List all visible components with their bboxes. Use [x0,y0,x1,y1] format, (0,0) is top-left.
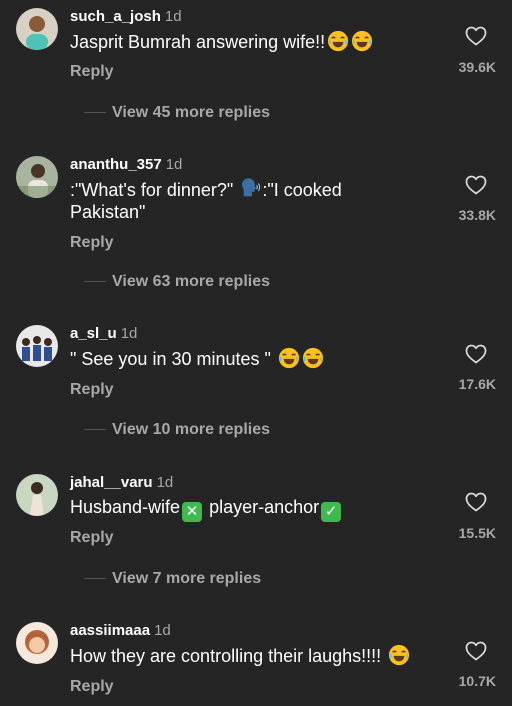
view-more-replies-label: View 10 more replies [112,421,271,438]
heart-outline-icon[interactable] [463,490,489,514]
comment-body-part-1: :"What's for dinner?" [70,180,234,200]
comment-body: How they are controlling their laughs!!!… [70,646,382,666]
comment-body-part-2: player-anchor [209,497,320,517]
view-more-replies-label: View 7 more replies [112,570,262,587]
comment-text: Jasprit Bumrah answering wife!! [70,30,400,53]
avatar[interactable] [16,156,58,198]
username[interactable]: ananthu_357 [70,156,162,173]
reply-button[interactable]: Reply [70,234,114,252]
username[interactable]: aassiimaaa [70,622,150,639]
timestamp: 1d [164,8,182,25]
cross-mark-emoji-icon: ✕ [182,502,203,522]
speaking-head-emoji-icon [242,178,261,197]
comment-text: :"What's for dinner?" :"I cooked Pakista… [70,178,400,223]
comment-body-part-1: Husband-wife [70,497,181,517]
comment-meta: jahal__varu 1d [70,474,173,492]
laugh-emoji-icon [351,30,373,52]
heart-outline-icon[interactable] [463,24,489,48]
view-more-replies-button[interactable]: View 63 more replies [84,273,270,291]
username[interactable]: such_a_josh [70,8,161,25]
divider [84,281,106,283]
view-more-replies-label: View 63 more replies [112,273,271,290]
avatar[interactable] [16,474,58,516]
heart-outline-icon[interactable] [463,173,489,197]
timestamp: 1d [156,474,174,491]
comment-text: " See you in 30 minutes " [70,347,400,370]
like-count: 15.5K [458,525,496,541]
check-mark-emoji-icon: ✓ [321,502,342,522]
comment-body: " See you in 30 minutes " [70,349,271,369]
view-more-replies-button[interactable]: View 45 more replies [84,104,270,122]
laugh-emoji-icon [302,347,324,369]
view-more-replies-button[interactable]: View 10 more replies [84,421,270,439]
reply-button[interactable]: Reply [70,63,114,81]
username[interactable]: jahal__varu [70,474,153,491]
avatar[interactable] [16,325,58,367]
username[interactable]: a_sl_u [70,325,117,342]
comment-meta: such_a_josh 1d [70,8,182,26]
divider [84,429,106,431]
avatar[interactable] [16,622,58,664]
comment-meta: a_sl_u 1d [70,325,137,343]
divider [84,578,106,580]
like-count: 39.6K [458,59,496,75]
timestamp: 1d [154,622,171,639]
reply-button[interactable]: Reply [70,381,114,399]
reply-button[interactable]: Reply [70,529,114,547]
comment-meta: ananthu_357 1d [70,156,182,174]
like-count: 10.7K [458,673,496,689]
like-count: 33.8K [458,207,496,223]
laugh-emoji-icon [327,30,349,52]
view-more-replies-button[interactable]: View 7 more replies [84,570,261,588]
laugh-emoji-icon [278,347,300,369]
timestamp: 1d [165,156,183,173]
comment-text: How they are controlling their laughs!!!… [70,644,450,667]
timestamp: 1d [120,325,138,342]
reply-button[interactable]: Reply [70,678,114,696]
comment-text: Husband-wife ✕ player-anchor ✓ [70,496,400,522]
divider [84,112,106,114]
comment-body: Jasprit Bumrah answering wife!! [70,32,326,52]
comment-meta: aassiimaaa 1d [70,622,171,640]
avatar[interactable] [16,8,58,50]
heart-outline-icon[interactable] [463,342,489,366]
view-more-replies-label: View 45 more replies [112,104,271,121]
laugh-emoji-icon [388,644,410,666]
heart-outline-icon[interactable] [463,639,489,663]
like-count: 17.6K [458,376,496,392]
